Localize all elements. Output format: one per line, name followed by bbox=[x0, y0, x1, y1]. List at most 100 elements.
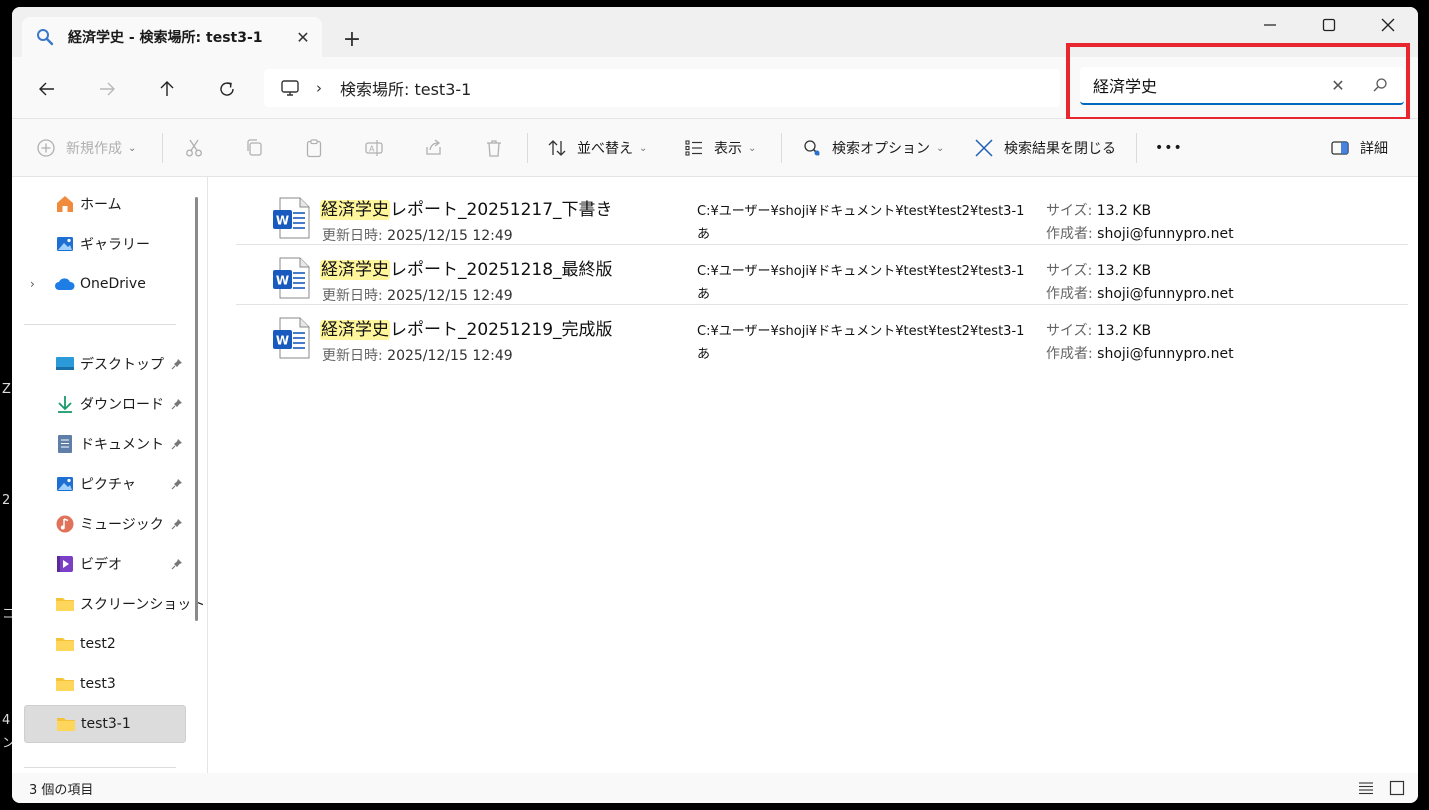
tab-close-button[interactable]: ✕ bbox=[292, 26, 314, 48]
modified-value: 2025/12/15 12:49 bbox=[387, 228, 513, 244]
sidebar-item-label: test2 bbox=[80, 636, 116, 652]
sidebar-item-test3[interactable]: test3 bbox=[24, 665, 186, 703]
sidebar-item-gallery[interactable]: ギャラリー bbox=[24, 225, 186, 263]
chevron-right-icon[interactable]: › bbox=[30, 277, 35, 291]
address-bar[interactable]: › 検索場所: test3-1 bbox=[264, 69, 1060, 107]
author-label: 作成者: bbox=[1046, 346, 1093, 362]
result-row[interactable]: W 経済学史レポート_20251218_最終版 更新日時: 2025/12/15 1… bbox=[236, 245, 1408, 305]
back-button[interactable] bbox=[32, 74, 62, 104]
word-document-icon: W bbox=[273, 197, 310, 239]
details-pane-icon bbox=[1328, 136, 1352, 160]
close-window-button[interactable] bbox=[1359, 7, 1417, 43]
tab-title: 経済学史 - 検索場所: test3-1 bbox=[68, 30, 263, 46]
breadcrumb[interactable]: 検索場所: test3-1 bbox=[340, 76, 471, 100]
file-author: 作成者: shoji@funnypro.net bbox=[1046, 283, 1234, 303]
word-document-icon: W bbox=[273, 317, 310, 359]
download-icon bbox=[54, 393, 76, 415]
tab-search-results[interactable]: 経済学史 - 検索場所: test3-1 ✕ bbox=[22, 17, 322, 57]
pin-icon[interactable] bbox=[170, 437, 184, 451]
copy-button[interactable] bbox=[242, 119, 274, 177]
sidebar-item-label: ミュージック bbox=[80, 517, 164, 533]
trash-icon bbox=[482, 136, 506, 160]
this-pc-icon bbox=[278, 76, 302, 100]
maximize-button[interactable] bbox=[1300, 7, 1358, 43]
pin-icon[interactable] bbox=[170, 397, 184, 411]
desktop-fragment: Z bbox=[2, 382, 11, 397]
search-box[interactable]: ✕ bbox=[1080, 67, 1404, 105]
search-icon[interactable] bbox=[1370, 75, 1390, 95]
search-match-highlight: 経済学史 bbox=[320, 320, 390, 340]
rename-button[interactable]: A bbox=[362, 119, 394, 177]
arrow-left-icon bbox=[39, 82, 54, 96]
file-path-continued: あ bbox=[697, 347, 711, 362]
sidebar-item-screenshots[interactable]: スクリーンショット bbox=[24, 585, 205, 623]
details-pane-button[interactable]: 詳細 bbox=[1328, 119, 1388, 177]
new-tab-button[interactable]: + bbox=[338, 25, 366, 53]
author-label: 作成者: bbox=[1046, 286, 1093, 302]
sidebar-item-label: OneDrive bbox=[80, 276, 146, 292]
clear-search-button[interactable]: ✕ bbox=[1328, 75, 1348, 95]
tiles-view-icon[interactable] bbox=[1388, 779, 1406, 797]
more-options-button[interactable]: ••• bbox=[1155, 119, 1183, 177]
sidebar-item-music[interactable]: ミュージック bbox=[24, 505, 186, 543]
minimize-button[interactable] bbox=[1241, 7, 1299, 43]
sidebar-item-label: デスクトップ bbox=[80, 357, 164, 373]
pin-icon[interactable] bbox=[170, 477, 184, 491]
arrow-up-icon bbox=[160, 81, 174, 96]
svg-text:W: W bbox=[276, 274, 289, 288]
up-button[interactable] bbox=[152, 74, 182, 104]
cut-button[interactable] bbox=[182, 119, 214, 177]
view-button[interactable]: 表示 ⌄ bbox=[682, 119, 756, 177]
close-search-button[interactable]: 検索結果を閉じる bbox=[972, 119, 1116, 177]
delete-button[interactable] bbox=[482, 119, 514, 177]
sidebar-item-test2[interactable]: test2 bbox=[24, 625, 186, 663]
share-button[interactable] bbox=[422, 119, 454, 177]
sidebar-item-label: ダウンロード bbox=[80, 397, 164, 413]
video-icon bbox=[54, 553, 76, 575]
sidebar-item-documents[interactable]: ドキュメント bbox=[24, 425, 186, 463]
file-name-rest: レポート_20251218_最終版 bbox=[390, 260, 613, 280]
file-author: 作成者: shoji@funnypro.net bbox=[1046, 343, 1234, 363]
search-match-highlight: 経済学史 bbox=[320, 260, 390, 280]
modified-date: 更新日時: 2025/12/15 12:49 bbox=[322, 345, 513, 365]
pin-icon[interactable] bbox=[170, 557, 184, 571]
desktop-fragment: 2 bbox=[2, 493, 11, 508]
sidebar-item-desktop[interactable]: デスクトップ bbox=[24, 345, 186, 383]
sidebar-item-label: test3-1 bbox=[81, 716, 131, 732]
toolbar-divider bbox=[162, 133, 163, 163]
pin-icon[interactable] bbox=[170, 517, 184, 531]
new-button[interactable]: 新規作成 ⌄ bbox=[34, 119, 136, 177]
file-name-rest: レポート_20251217_下書き bbox=[390, 200, 613, 220]
file-size: サイズ: 13.2 KB bbox=[1046, 320, 1151, 340]
forward-button[interactable] bbox=[92, 74, 122, 104]
toolbar-divider bbox=[781, 133, 782, 163]
refresh-button[interactable] bbox=[212, 74, 242, 104]
result-row[interactable]: W 経済学史レポート_20251217_下書き 更新日時: 2025/12/15 1… bbox=[236, 185, 1408, 245]
details-view-icon[interactable] bbox=[1357, 779, 1375, 797]
file-name: 経済学史レポート_20251217_下書き bbox=[320, 195, 613, 220]
pin-icon[interactable] bbox=[170, 357, 184, 371]
sidebar-item-videos[interactable]: ビデオ bbox=[24, 545, 186, 583]
chevron-down-icon: ⌄ bbox=[639, 142, 648, 154]
result-row[interactable]: W 経済学史レポート_20251219_完成版 更新日時: 2025/12/15 1… bbox=[236, 305, 1408, 365]
file-size: サイズ: 13.2 KB bbox=[1046, 200, 1151, 220]
music-icon bbox=[54, 513, 76, 535]
breadcrumb-chevron[interactable]: › bbox=[316, 79, 322, 97]
sort-icon bbox=[545, 136, 569, 160]
sidebar-item-label: ギャラリー bbox=[80, 237, 150, 253]
details-label: 詳細 bbox=[1360, 141, 1388, 157]
sidebar-item-onedrive[interactable]: › OneDrive bbox=[24, 265, 186, 303]
search-options-button[interactable]: 検索オプション ⌄ bbox=[800, 119, 944, 177]
close-icon bbox=[1381, 18, 1395, 32]
sidebar-item-home[interactable]: ホーム bbox=[24, 185, 186, 223]
search-input[interactable] bbox=[1093, 75, 1313, 95]
sidebar-item-downloads[interactable]: ダウンロード bbox=[24, 385, 186, 423]
desktop-icon bbox=[54, 353, 76, 375]
document-icon bbox=[54, 433, 76, 455]
paste-button[interactable] bbox=[302, 119, 334, 177]
sidebar-item-test3-1[interactable]: test3-1 bbox=[24, 705, 186, 743]
sort-button[interactable]: 並べ替え ⌄ bbox=[545, 119, 647, 177]
sidebar-item-pictures[interactable]: ピクチャ bbox=[24, 465, 186, 503]
sidebar-scrollbar[interactable] bbox=[195, 197, 198, 621]
rename-icon: A bbox=[362, 136, 386, 160]
